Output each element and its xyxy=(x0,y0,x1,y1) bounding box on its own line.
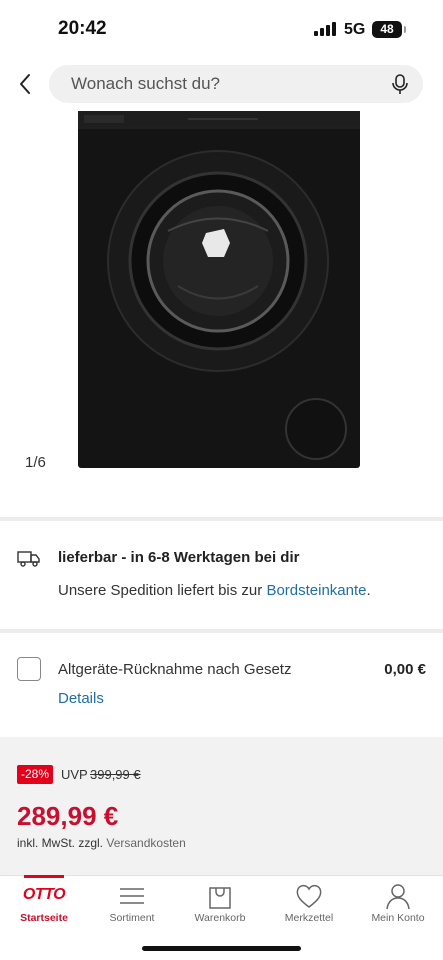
back-button[interactable] xyxy=(12,70,40,98)
active-indicator xyxy=(24,875,64,878)
current-price: 289,99 € xyxy=(17,801,119,831)
nav-item-sortiment[interactable]: Sortiment xyxy=(88,876,176,936)
delivery-text-prefix: Unsere Spedition liefert bis zur xyxy=(58,582,267,599)
section-divider xyxy=(0,517,443,521)
nav-item-account[interactable]: Mein Konto xyxy=(354,876,442,936)
uvp-label: UVP xyxy=(61,767,88,782)
search-placeholder: Wonach suchst du? xyxy=(71,74,220,93)
service-price: 0,00 € xyxy=(384,661,426,678)
tax-note: inkl. MwSt. zzgl. Versandkosten xyxy=(17,836,186,850)
user-icon xyxy=(386,884,410,910)
status-time: 20:42 xyxy=(58,18,107,39)
bag-icon xyxy=(209,887,231,909)
nav-label-wishlist: Merkzettel xyxy=(284,912,334,924)
nav-label-account: Mein Konto xyxy=(371,912,425,924)
battery-icon: 48 xyxy=(372,21,406,38)
network-label: 5G xyxy=(344,21,366,38)
discount-badge: -28% xyxy=(17,765,54,784)
otto-logo-icon: OTTO xyxy=(22,886,66,903)
nav-item-home[interactable]: OTTO Startseite xyxy=(0,875,88,936)
nav-label-home: Startseite xyxy=(20,912,68,924)
uvp-value: 399,99 € xyxy=(90,767,141,782)
signal-icon xyxy=(314,22,336,36)
delivery-text: Unsere Spedition liefert bis zur Bordste… xyxy=(58,582,371,599)
home-indicator[interactable] xyxy=(142,946,301,951)
shipping-costs-link[interactable]: Versandkosten xyxy=(106,836,185,850)
status-bar: 20:42 5G 48 xyxy=(0,0,443,60)
details-link[interactable]: Details xyxy=(58,690,104,707)
tax-prefix: inkl. MwSt. zzgl. xyxy=(17,836,107,850)
delivery-text-suffix: . xyxy=(366,582,371,599)
nav-item-wishlist[interactable]: Merkzettel xyxy=(265,876,353,936)
nav-label-cart: Warenkorb xyxy=(194,912,246,924)
price-section: -28% UVP 399,99 € 289,99 € inkl. MwSt. z… xyxy=(0,737,443,882)
curbside-link[interactable]: Bordsteinkante xyxy=(266,582,366,599)
product-image[interactable] xyxy=(78,111,360,468)
service-label: Altgeräte-Rücknahme nach Gesetz xyxy=(58,661,292,678)
truck-icon xyxy=(17,551,40,567)
service-checkbox[interactable] xyxy=(17,657,41,681)
heart-icon xyxy=(296,884,322,908)
nav-item-cart[interactable]: Warenkorb xyxy=(176,876,264,936)
menu-icon xyxy=(120,888,144,904)
chevron-left-icon xyxy=(20,74,30,94)
delivery-status: lieferbar - in 6-8 Werktagen bei dir xyxy=(58,549,300,566)
search-input[interactable]: Wonach suchst du? xyxy=(49,65,423,103)
microphone-icon[interactable] xyxy=(389,73,411,95)
image-counter: 1/6 xyxy=(25,454,46,471)
nav-label-sortiment: Sortiment xyxy=(109,912,155,924)
section-divider xyxy=(0,629,443,633)
